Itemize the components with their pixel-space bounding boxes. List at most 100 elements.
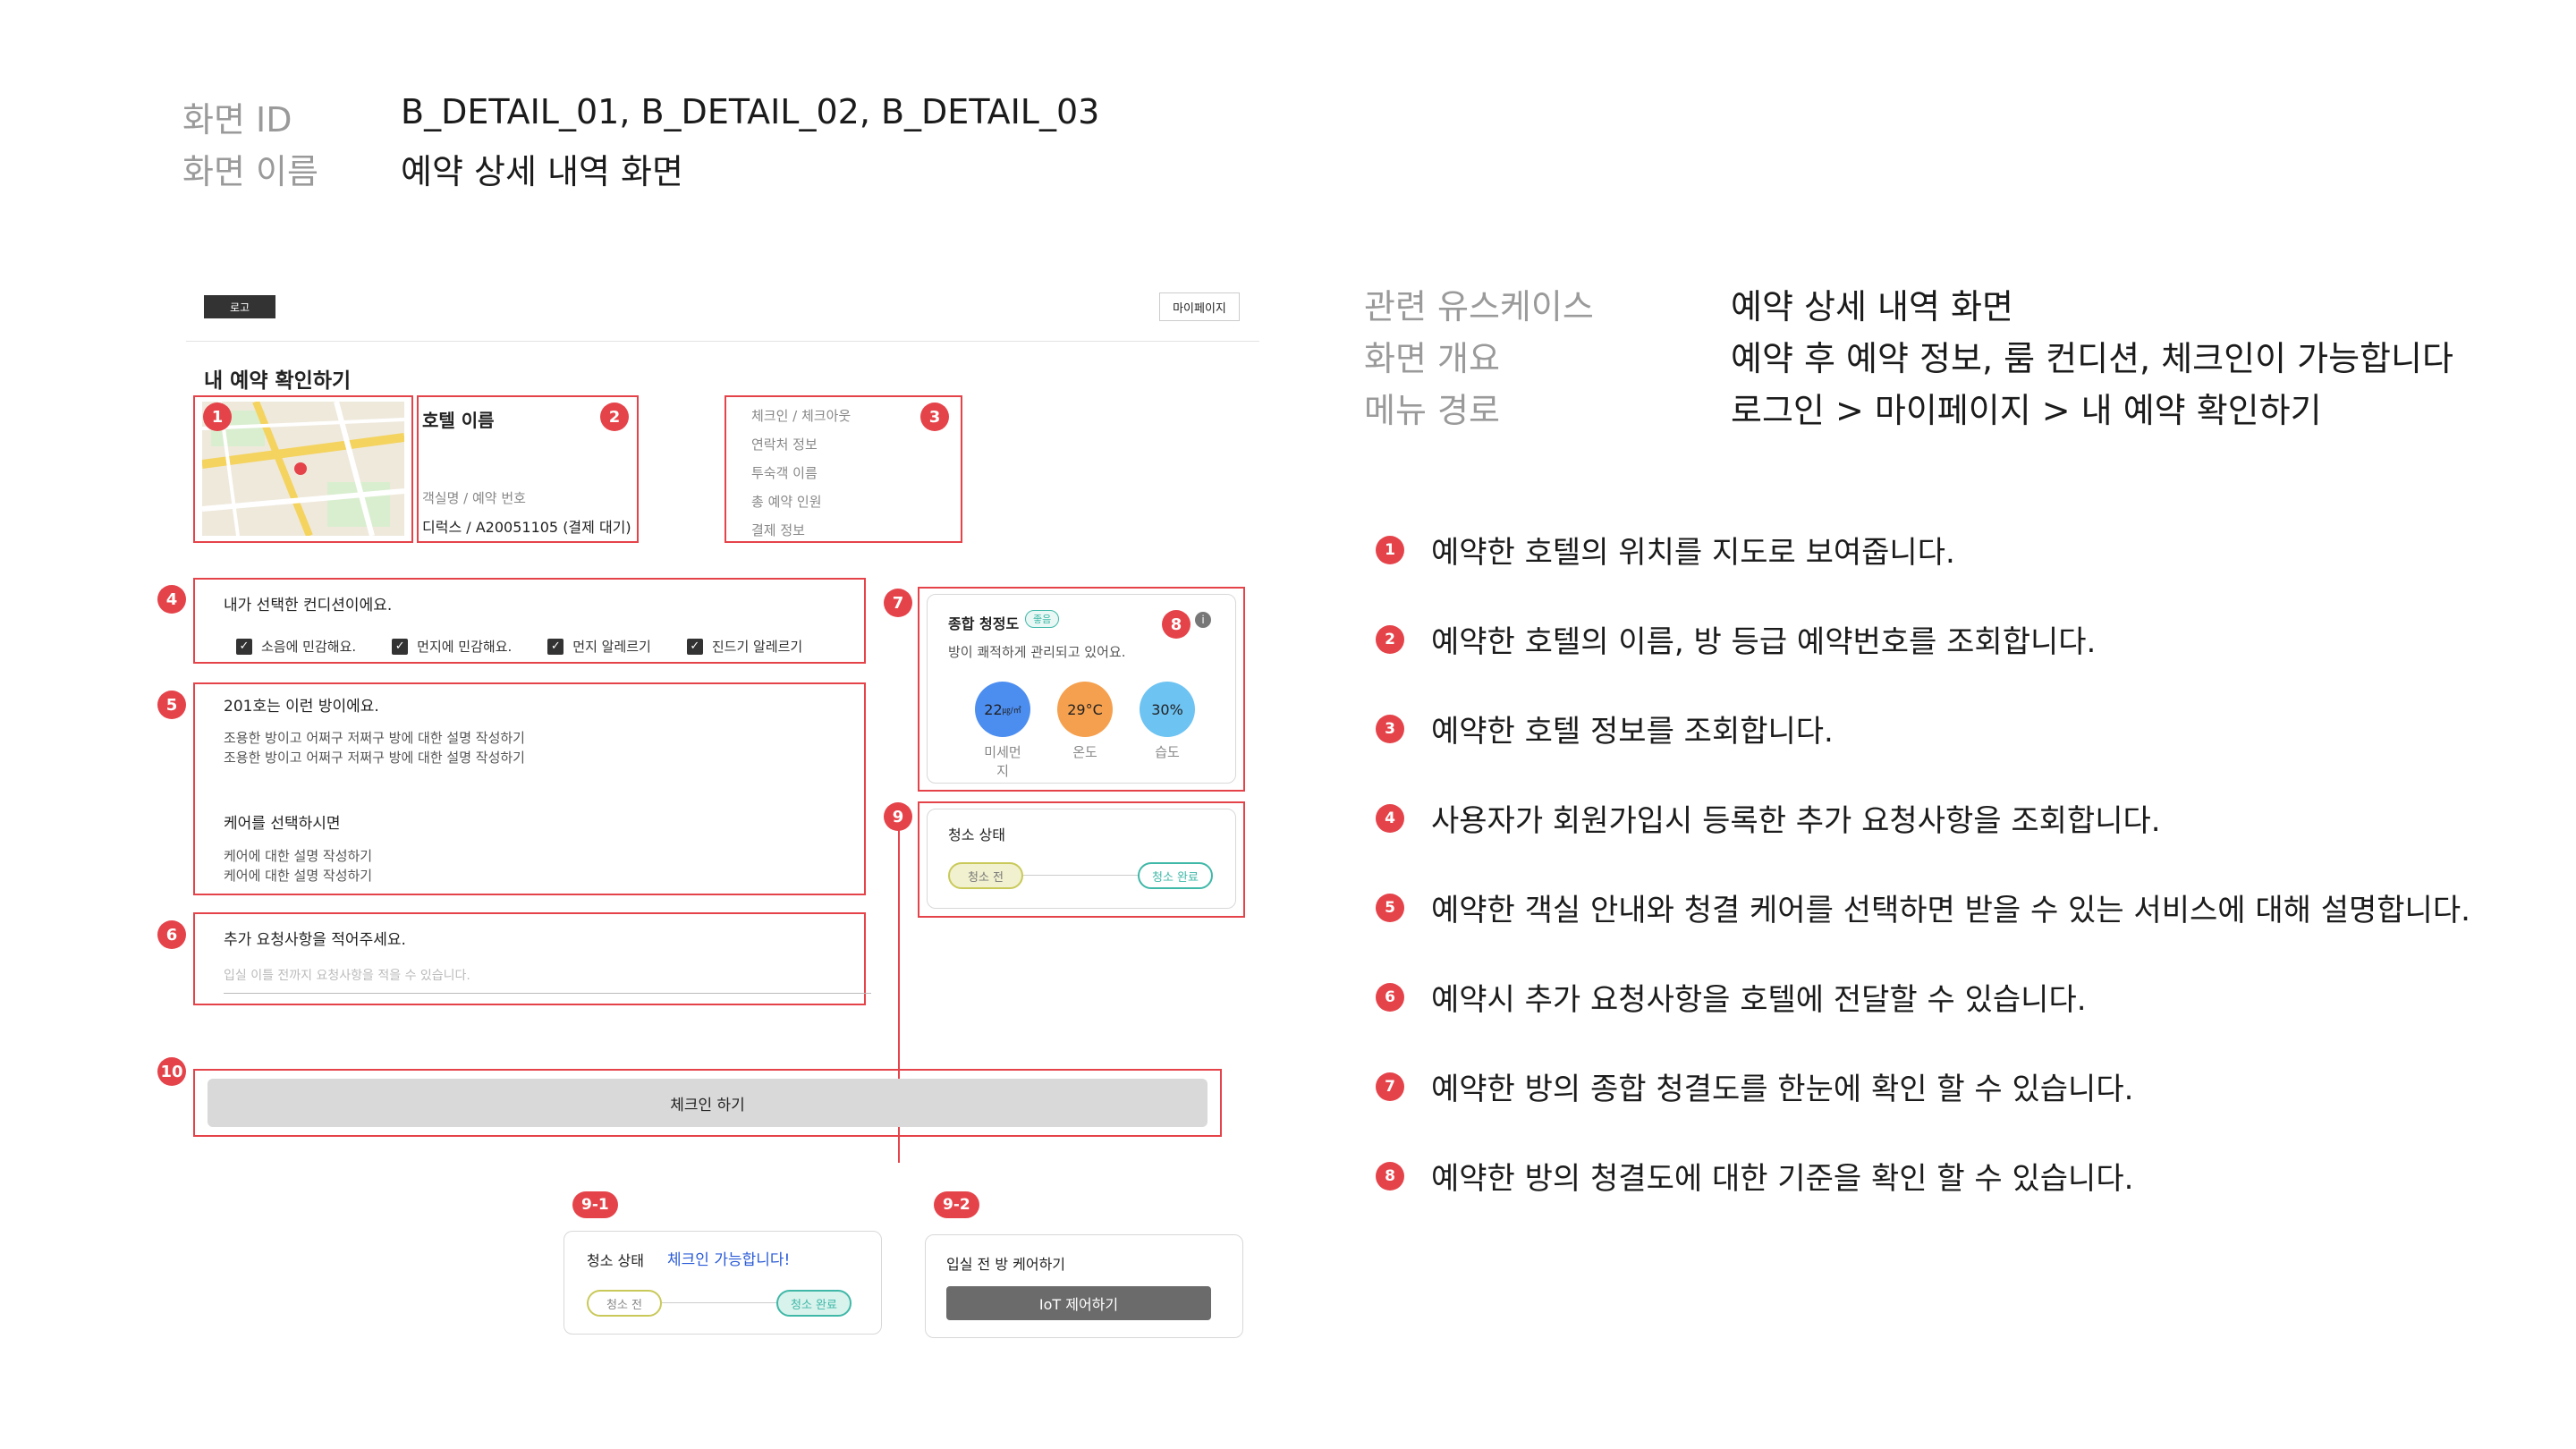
care-desc-line: 케어에 대한 설명 작성하기: [224, 848, 373, 864]
info-item: 결제 정보: [751, 522, 805, 538]
description-text: 예약한 객실 안내와 청결 케어를 선택하면 받을 수 있는 서비스에 대해 설…: [1431, 893, 2470, 928]
description-row: 6 예약시 추가 요청사항을 호텔에 전달할 수 있습니다.: [1376, 975, 2087, 1019]
humidity-gauge: 30%: [1140, 682, 1195, 737]
description-text: 사용자가 회원가입시 등록한 추가 요청사항을 조회합니다.: [1431, 803, 2161, 839]
description-row: 7 예약한 방의 종합 청결도를 한눈에 확인 할 수 있습니다.: [1376, 1064, 2133, 1108]
badge-6: 6: [157, 920, 186, 949]
dust-unit: ㎍/㎥: [1002, 706, 1021, 716]
card91-message: 체크인 가능합니다!: [667, 1251, 791, 1269]
overview-label: 화면 개요: [1364, 339, 1500, 378]
description-text: 예약한 호텔 정보를 조회합니다.: [1431, 714, 1834, 750]
info-item: 연락처 정보: [751, 436, 818, 453]
temperature-label: 온도: [1072, 744, 1097, 760]
room-value: 디럭스 / A20051105 (결제 대기): [422, 519, 631, 536]
room-desc-title: 201호는 이런 방이에요.: [224, 698, 379, 716]
check-icon: ✓: [236, 638, 252, 655]
clean-score-badge: 좋음: [1025, 610, 1060, 628]
description-number: 8: [1376, 1161, 1404, 1191]
info-icon[interactable]: i: [1195, 612, 1211, 628]
badge-5: 5: [157, 691, 186, 719]
temperature-gauge: 29°C: [1057, 682, 1113, 737]
status-connector: [1023, 875, 1138, 876]
badge-7: 7: [884, 589, 912, 617]
request-input[interactable]: 입실 이틀 전까지 요청사항을 적을 수 있습니다.: [224, 966, 871, 994]
description-row: 4 사용자가 회원가입시 등록한 추가 요청사항을 조회합니다.: [1376, 796, 2161, 840]
hotel-name: 호텔 이름: [422, 410, 495, 431]
usecase-value: 예약 상세 내역 화면: [1731, 287, 2013, 326]
description-row: 3 예약한 호텔 정보를 조회합니다.: [1376, 707, 1834, 750]
clean-score-sub: 방이 쾌적하게 관리되고 있어요.: [948, 644, 1126, 660]
care-title: 케어를 선택하시면: [224, 815, 341, 833]
description-number: 3: [1376, 714, 1404, 743]
card91-done-pill: 청소 완료: [776, 1290, 852, 1317]
mypage-button[interactable]: 마이페이지: [1159, 292, 1240, 321]
condition-label: 소음에 민감해요.: [261, 639, 357, 655]
description-number: 7: [1376, 1072, 1404, 1101]
iot-control-button[interactable]: IoT 제어하기: [946, 1286, 1211, 1320]
description-number: 5: [1376, 893, 1404, 922]
badge-9-1: 9-1: [572, 1191, 618, 1218]
menu-path-label: 메뉴 경로: [1364, 391, 1500, 430]
page-title: 내 예약 확인하기: [204, 369, 352, 393]
description-row: 1 예약한 호텔의 위치를 지도로 보여줍니다.: [1376, 528, 1955, 572]
condition-checkbox[interactable]: ✓ 먼지 알레르기: [547, 637, 651, 656]
description-text: 예약한 호텔의 위치를 지도로 보여줍니다.: [1431, 535, 1955, 571]
humidity-label: 습도: [1155, 744, 1180, 760]
description-number: 6: [1376, 982, 1404, 1012]
care-desc-line: 케어에 대한 설명 작성하기: [224, 868, 373, 884]
description-row: 8 예약한 방의 청결도에 대한 기준을 확인 할 수 있습니다.: [1376, 1154, 2133, 1198]
description-text: 예약한 방의 청결도에 대한 기준을 확인 할 수 있습니다.: [1431, 1161, 2134, 1197]
dust-label: 미세먼지: [984, 744, 1021, 779]
logo[interactable]: 로고: [204, 295, 275, 318]
room-desc-line: 조용한 방이고 어쩌구 저쩌구 방에 대한 설명 작성하기: [224, 730, 525, 746]
clean-status-title: 청소 상태: [948, 826, 1005, 843]
dust-value: 22: [984, 700, 1003, 718]
condition-checkbox[interactable]: ✓ 먼지에 민감해요.: [392, 637, 512, 656]
info-item: 투숙객 이름: [751, 465, 818, 481]
check-icon: ✓: [392, 638, 409, 655]
dust-gauge: 22 ㎍/㎥: [975, 682, 1030, 737]
badge-1: 1: [203, 402, 232, 431]
condition-label: 먼지 알레르기: [572, 639, 651, 655]
condition-label: 진드기 알레르기: [711, 639, 803, 655]
badge-10: 10: [157, 1057, 186, 1086]
checkin-button[interactable]: 체크인 하기: [208, 1079, 1208, 1127]
overview-value: 예약 후 예약 정보, 룸 컨디션, 체크인이 가능합니다: [1731, 339, 2453, 378]
menu-path-value: 로그인 > 마이페이지 > 내 예약 확인하기: [1731, 391, 2322, 430]
badge-8: 8: [1162, 610, 1191, 639]
condition-checkbox[interactable]: ✓ 진드기 알레르기: [686, 637, 803, 656]
card91-before-pill: 청소 전: [587, 1290, 662, 1317]
card91-connector: [662, 1302, 776, 1303]
badge-3: 3: [920, 402, 949, 431]
badge-9: 9: [884, 802, 912, 831]
description-text: 예약한 호텔의 이름, 방 등급 예약번호를 조회합니다.: [1431, 624, 2097, 660]
hotel-map[interactable]: [202, 402, 404, 536]
card92-title: 입실 전 방 케어하기: [946, 1256, 1066, 1273]
condition-checkbox[interactable]: ✓ 소음에 민감해요.: [236, 637, 356, 656]
condition-label: 먼지에 민감해요.: [417, 639, 513, 655]
hotel-info-list: 체크인 / 체크아웃 연락처 정보 투숙객 이름 총 예약 인원 결제 정보: [751, 406, 851, 549]
nav-divider: [186, 341, 1259, 342]
description-row: 2 예약한 호텔의 이름, 방 등급 예약번호를 조회합니다.: [1376, 617, 2096, 661]
card91-title: 청소 상태: [587, 1252, 644, 1269]
check-icon: ✓: [547, 638, 564, 655]
description-text: 예약시 추가 요청사항을 호텔에 전달할 수 있습니다.: [1431, 982, 2087, 1018]
badge-2: 2: [600, 402, 629, 431]
status-before-pill: 청소 전: [948, 862, 1023, 889]
badge-9-2: 9-2: [934, 1191, 979, 1218]
info-item: 체크인 / 체크아웃: [751, 408, 852, 424]
description-row: 5 예약한 객실 안내와 청결 케어를 선택하면 받을 수 있는 서비스에 대해 …: [1376, 886, 2470, 929]
description-number: 2: [1376, 624, 1404, 654]
screen-id-value: B_DETAIL_01, B_DETAIL_02, B_DETAIL_03: [401, 92, 1100, 131]
conditions-list: ✓ 소음에 민감해요. ✓ 먼지에 민감해요. ✓ 먼지 알레르기 ✓ 진드기 알레르기: [236, 637, 802, 656]
room-label: 객실명 / 예약 번호: [422, 490, 526, 506]
screen-id-label: 화면 ID: [182, 100, 292, 140]
conditions-title: 내가 선택한 컨디션이에요.: [224, 597, 393, 614]
room-desc-line: 조용한 방이고 어쩌구 저쩌구 방에 대한 설명 작성하기: [224, 750, 525, 766]
badge-4: 4: [157, 585, 186, 614]
info-item: 총 예약 인원: [751, 494, 822, 510]
description-number: 4: [1376, 803, 1404, 833]
description-number: 1: [1376, 535, 1404, 564]
screen-name-value: 예약 상세 내역 화면: [401, 152, 683, 191]
request-title: 추가 요청사항을 적어주세요.: [224, 931, 406, 949]
